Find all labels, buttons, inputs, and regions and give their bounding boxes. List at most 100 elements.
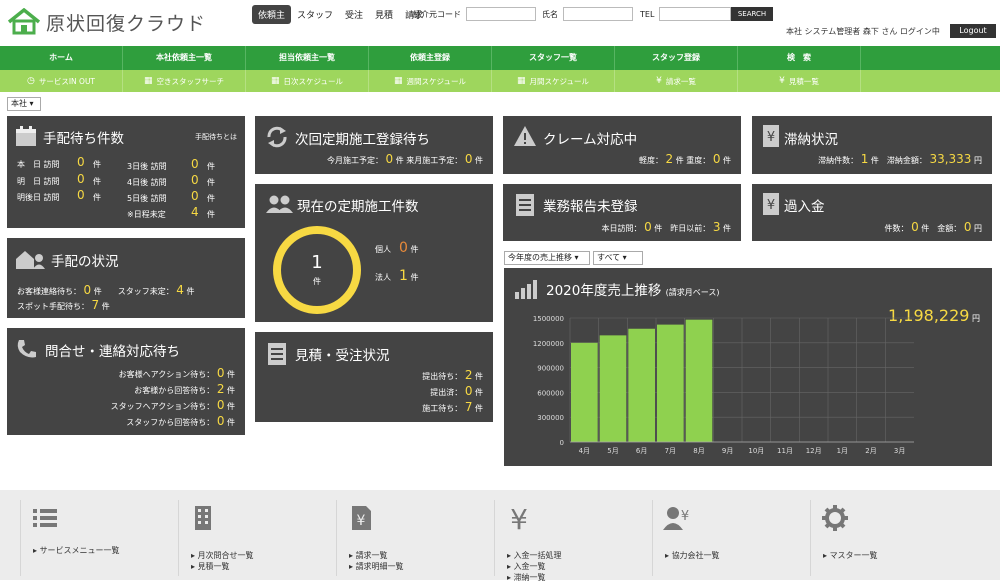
logo[interactable]: 原状回復クラウド [6, 8, 206, 36]
tab-staff[interactable]: スタッフ [291, 5, 339, 24]
stat-unit: 件 [186, 287, 195, 296]
stat-row: 本 日 訪問 0 件 [17, 155, 101, 170]
stat-row: 件数： 0 件 金額： 0 円 [885, 220, 982, 234]
x-tick-label: 5月 [607, 447, 618, 455]
nav-staff-register[interactable]: スタッフ登録 [615, 46, 738, 70]
footer-link[interactable]: ▸ サービスメニュー一覧 [33, 545, 120, 556]
x-tick-label: 1月 [837, 447, 848, 455]
stat-unit: 件 [93, 287, 102, 296]
footer-link[interactable]: ▸ 入金一括処理 [507, 550, 562, 561]
footer-link-label: サービスメニュー一覧 [39, 546, 120, 555]
tab-client[interactable]: 依頼主 [252, 5, 292, 24]
stat-row: スタッフから回答待ち： 0 件 [126, 414, 235, 428]
calendar-icon: ▦ [271, 76, 280, 86]
nav-client-register[interactable]: 依頼主登録 [369, 46, 492, 70]
subnav-monthly[interactable]: ▦ 月間スケジュール [492, 70, 615, 92]
clock-icon: ◷ [26, 76, 35, 86]
card-overpayment: ¥ 過入金 件数： 0 件 金額： 0 円 [752, 184, 992, 241]
tel-input[interactable] [659, 7, 732, 21]
help-link[interactable]: 手配待ちとは [195, 132, 237, 142]
card-title: クレーム対応中 [543, 132, 638, 148]
branch-select[interactable]: 本社 ▾ [7, 97, 41, 111]
card-title: 現在の定期施工件数 [297, 199, 419, 215]
scope-select-value: すべて [597, 253, 621, 262]
yen-icon: ¥ [779, 76, 785, 86]
subnav-label: 請求一覧 [665, 76, 696, 86]
stat-label: スタッフから回答待ち： [126, 418, 215, 427]
calendar-icon: ▦ [517, 76, 526, 86]
footer-link[interactable]: ▸ 請求一覧 [349, 550, 404, 561]
warning-icon [514, 126, 536, 146]
footer-link[interactable]: ▸ 見積一覧 [191, 561, 254, 572]
card-title: 手配待ち件数 [43, 131, 124, 147]
subnav-weekly[interactable]: ▦ 週間スケジュール [369, 70, 492, 92]
card-report-unregistered: 業務報告未登録 本日訪問： 0 件 昨日以前： 3 件 [503, 184, 741, 241]
nav-staff-list[interactable]: スタッフ一覧 [492, 46, 615, 70]
period-select[interactable]: 今年度の売上推移 ▾ [504, 251, 590, 265]
stat-value: 4 [176, 283, 184, 297]
yen-icon: ¥ [510, 504, 528, 532]
stat-value: 33,333 [929, 152, 972, 166]
footer-link[interactable]: ▸ 協力会社一覧 [665, 550, 720, 561]
x-tick-label: 2月 [865, 447, 876, 455]
stat-label: お客様へアクション待ち： [118, 370, 215, 379]
stat-row: 滞納件数： 1 件 滞納金額： 33,333 円 [818, 152, 982, 166]
house-person-icon [16, 251, 45, 269]
search-name: 氏名 [542, 7, 633, 21]
nav-home[interactable]: ホーム [0, 46, 123, 70]
stat-row: 3日後 訪問 0 件 [127, 157, 215, 172]
stat-value: 0 [77, 188, 85, 202]
stat-value: 0 [464, 384, 473, 398]
nav-my-clients[interactable]: 担当依頼主一覧 [246, 46, 369, 70]
stat-value: 0 [216, 414, 225, 428]
stat-label: スタッフへアクション待ち： [110, 402, 215, 411]
bar [628, 328, 655, 442]
nav-hq-clients[interactable]: 本社依頼主一覧 [123, 46, 246, 70]
subnav-daily[interactable]: ▦ 日次スケジュール [246, 70, 369, 92]
tab-estimate[interactable]: 見積 [369, 5, 399, 24]
stat-label: 件数： [884, 224, 909, 233]
footer-link[interactable]: ▸ 請求明細一覧 [349, 561, 404, 572]
search-button[interactable]: SEARCH [731, 7, 773, 21]
tab-order[interactable]: 受注 [339, 5, 369, 24]
phone-icon [17, 340, 36, 358]
footer-menu: ▸ サービスメニュー一覧 ▸ 月次問合せ一覧 ▸ 見積一覧 ¥ ▸ 請求一覧 ▸ 請… [0, 490, 1000, 583]
subnav-label: 日次スケジュール [283, 76, 343, 86]
gear-icon [822, 505, 848, 531]
period-select-value: 今年度の売上推移 [508, 253, 572, 262]
logout-button[interactable]: Logout [950, 24, 996, 38]
footer-link[interactable]: ▸ マスター一覧 [823, 550, 878, 561]
svg-text:¥: ¥ [510, 504, 528, 532]
stat-label: お客様連絡待ち： [17, 287, 81, 296]
subnav-invoices[interactable]: ¥ 請求一覧 [615, 70, 738, 92]
card-title: 手配の状況 [51, 254, 119, 270]
footer-link-label: 協力会社一覧 [671, 551, 720, 560]
name-input[interactable] [563, 7, 633, 21]
stat-unit: 件 [227, 418, 235, 427]
bar [599, 335, 627, 442]
footer-link[interactable]: ▸ 滞納一覧 [507, 572, 562, 583]
subnav-label: 空きスタッフサーチ [156, 76, 225, 86]
footer-link[interactable]: ▸ 月次問合せ一覧 [191, 550, 254, 561]
nav-search[interactable]: 検 索 [738, 46, 861, 70]
logo-text: 原状回復クラウド [46, 12, 207, 35]
stat-value: 0 [83, 283, 92, 297]
code-input[interactable] [466, 7, 536, 21]
stat-unit: 件 [723, 156, 731, 165]
subnav-staff-search[interactable]: ▦ 空きスタッフサーチ [123, 70, 246, 92]
subnav-service-inout[interactable]: ◷ サービスIN OUT [0, 70, 123, 92]
stat-row: 個人 0 件 [375, 240, 418, 256]
subnav-estimates[interactable]: ¥ 見積一覧 [738, 70, 861, 92]
footer-col-master: ▸ マスター一覧 [810, 500, 980, 576]
x-tick-label: 8月 [693, 447, 704, 455]
yen-document-icon: ¥ [763, 193, 779, 215]
main-nav: ホーム 本社依頼主一覧 担当依頼主一覧 依頼主登録 スタッフ一覧 スタッフ登録 … [0, 46, 1000, 70]
scope-select[interactable]: すべて ▾ [593, 251, 643, 265]
stat-row: 軽度： 2 件 重度： 0 件 [639, 152, 731, 166]
stat-value: 2 [464, 368, 473, 382]
stat-row: 法人 1 件 [375, 268, 418, 284]
stat-label: 今月施工予定： [326, 156, 383, 165]
stat-label: 法人 [375, 273, 391, 282]
footer-link[interactable]: ▸ 入金一覧 [507, 561, 562, 572]
stat-row: 4日後 訪問 0 件 [127, 173, 215, 188]
